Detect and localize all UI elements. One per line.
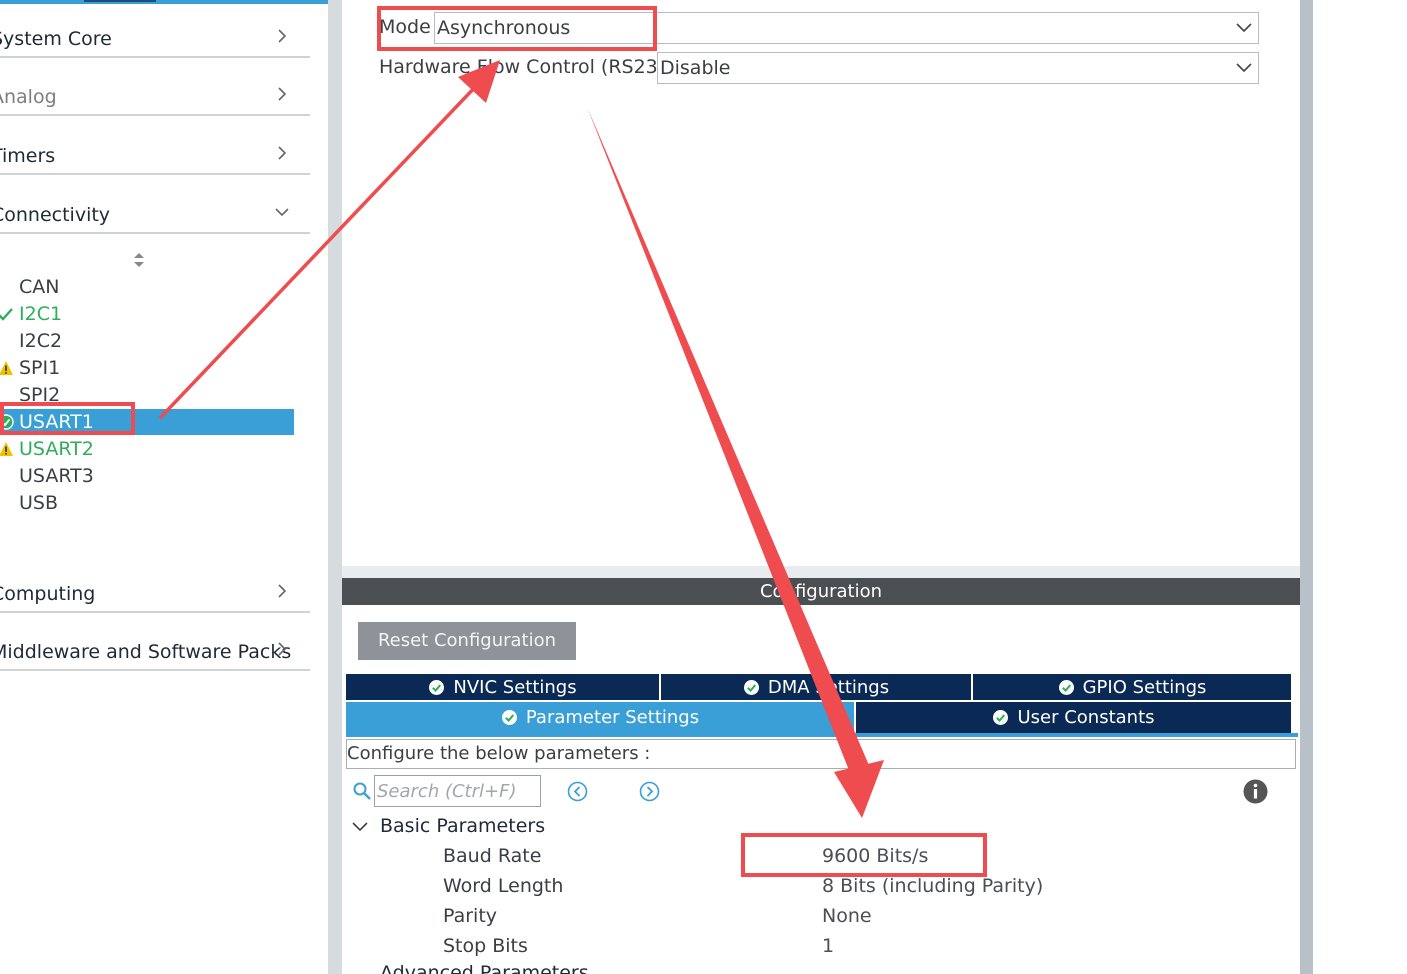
tab-label: GPIO Settings bbox=[1082, 676, 1207, 698]
chevron-down-icon bbox=[275, 208, 289, 217]
category-timers[interactable]: Timers bbox=[0, 117, 310, 175]
category-label: Connectivity bbox=[0, 204, 111, 226]
next-match-icon[interactable] bbox=[639, 781, 660, 802]
peripheral-label: I2C1 bbox=[19, 303, 63, 325]
flow-control-row: Hardware Flow Control (RS232) Disable bbox=[379, 52, 1259, 84]
tab-dma-settings[interactable]: DMA Settings bbox=[661, 674, 971, 700]
category-analog[interactable]: Analog bbox=[0, 58, 310, 116]
param-value[interactable]: None bbox=[822, 905, 872, 927]
group-label: Basic Parameters bbox=[380, 815, 546, 837]
category-label: Analog bbox=[0, 86, 57, 108]
flow-control-label: Hardware Flow Control (RS232) bbox=[379, 56, 678, 78]
right-scrollbar-track[interactable] bbox=[1300, 0, 1313, 974]
param-row-parity[interactable]: Parity None bbox=[443, 905, 1143, 935]
category-computing[interactable]: Computing bbox=[0, 555, 310, 613]
check-circle-icon bbox=[993, 710, 1009, 725]
peripheral-usart3[interactable]: USART3 bbox=[0, 463, 294, 489]
check-circle-icon bbox=[743, 679, 759, 695]
group-label: Advanced Parameters bbox=[380, 962, 589, 974]
check-circle-icon bbox=[429, 679, 445, 695]
peripheral-spi1[interactable]: SPI1 bbox=[0, 355, 294, 381]
param-row-word-length[interactable]: Word Length 8 Bits (including Parity) bbox=[443, 875, 1143, 905]
parameters-description: Configure the below parameters : bbox=[346, 739, 1296, 769]
peripheral-label: USART3 bbox=[19, 465, 94, 487]
peripheral-label: CAN bbox=[19, 276, 60, 298]
group-advanced-parameters[interactable]: ⌄ Advanced Parameters bbox=[352, 962, 589, 974]
peripheral-i2c2[interactable]: I2C2 bbox=[0, 328, 294, 354]
tab-underline bbox=[346, 733, 1298, 737]
param-name: Baud Rate bbox=[443, 845, 542, 867]
sidebar: System Core Analog Timers Connectivity C… bbox=[0, 0, 328, 974]
param-row-stop-bits[interactable]: Stop Bits 1 bbox=[443, 935, 1143, 965]
warning-icon bbox=[0, 442, 13, 456]
search-input[interactable] bbox=[374, 775, 541, 807]
chevron-right-icon bbox=[278, 642, 287, 656]
chevron-right-icon bbox=[278, 146, 287, 160]
tab-label: NVIC Settings bbox=[453, 676, 577, 698]
peripheral-label: USB bbox=[19, 492, 59, 514]
tab-parameter-settings[interactable]: Parameter Settings bbox=[346, 702, 854, 733]
category-middleware[interactable]: Middleware and Software Packs bbox=[0, 613, 310, 671]
search-icon[interactable] bbox=[352, 781, 372, 801]
chevron-right-icon bbox=[278, 87, 287, 101]
param-name: Word Length bbox=[443, 875, 564, 897]
check-circle-icon bbox=[1058, 679, 1074, 695]
chevron-down-icon bbox=[1236, 23, 1252, 33]
flow-control-value: Disable bbox=[660, 57, 731, 79]
tab-label: User Constants bbox=[1017, 707, 1155, 728]
param-name: Parity bbox=[443, 905, 498, 927]
peripheral-label: I2C2 bbox=[19, 330, 63, 352]
check-circle-icon bbox=[501, 710, 517, 725]
chevron-right-icon bbox=[278, 584, 287, 598]
chevron-down-icon bbox=[352, 822, 368, 832]
category-label: System Core bbox=[0, 28, 112, 50]
category-connectivity[interactable]: Connectivity bbox=[0, 176, 310, 234]
tab-nvic-settings[interactable]: NVIC Settings bbox=[346, 674, 659, 700]
info-icon[interactable] bbox=[1243, 779, 1268, 804]
sort-icon[interactable] bbox=[132, 250, 146, 270]
tab-label: DMA Settings bbox=[767, 676, 890, 698]
panel-splitter[interactable] bbox=[328, 0, 342, 974]
peripheral-i2c1[interactable]: I2C1 bbox=[0, 301, 294, 327]
category-label: Computing bbox=[0, 583, 96, 605]
flow-control-select[interactable]: Disable bbox=[657, 52, 1259, 84]
reset-configuration-button[interactable]: Reset Configuration bbox=[358, 622, 576, 660]
param-value[interactable]: 8 Bits (including Parity) bbox=[822, 875, 1043, 897]
peripheral-usb[interactable]: USB bbox=[0, 490, 294, 516]
peripheral-can[interactable]: CAN bbox=[0, 274, 294, 300]
tab-gpio-settings[interactable]: GPIO Settings bbox=[973, 674, 1291, 700]
mode-panel: Mode Asynchronous Hardware Flow Control … bbox=[342, 0, 1300, 566]
chevron-down-icon: ⌄ bbox=[352, 962, 368, 974]
highlight-baud-rate-box bbox=[741, 833, 987, 877]
panel-divider[interactable] bbox=[342, 566, 1300, 578]
param-name: Stop Bits bbox=[443, 935, 528, 957]
configuration-header: Configuration bbox=[342, 578, 1300, 605]
highlight-mode-box bbox=[377, 6, 657, 51]
peripheral-label: USART2 bbox=[19, 438, 94, 460]
warning-icon bbox=[0, 361, 13, 375]
chevron-down-icon bbox=[1236, 63, 1252, 73]
tab-label: Parameter Settings bbox=[525, 707, 700, 728]
highlight-usart1-box bbox=[0, 402, 135, 435]
previous-match-icon[interactable] bbox=[567, 781, 588, 802]
tab-user-constants[interactable]: User Constants bbox=[856, 702, 1291, 733]
category-label: Middleware and Software Packs bbox=[0, 641, 292, 663]
param-value[interactable]: 1 bbox=[822, 935, 834, 957]
category-system-core[interactable]: System Core bbox=[0, 0, 310, 58]
peripheral-usart2[interactable]: USART2 bbox=[0, 436, 294, 462]
checkmark-icon bbox=[0, 308, 13, 321]
peripheral-label: SPI1 bbox=[19, 357, 61, 379]
chevron-right-icon bbox=[278, 29, 287, 43]
category-label: Timers bbox=[0, 145, 56, 167]
